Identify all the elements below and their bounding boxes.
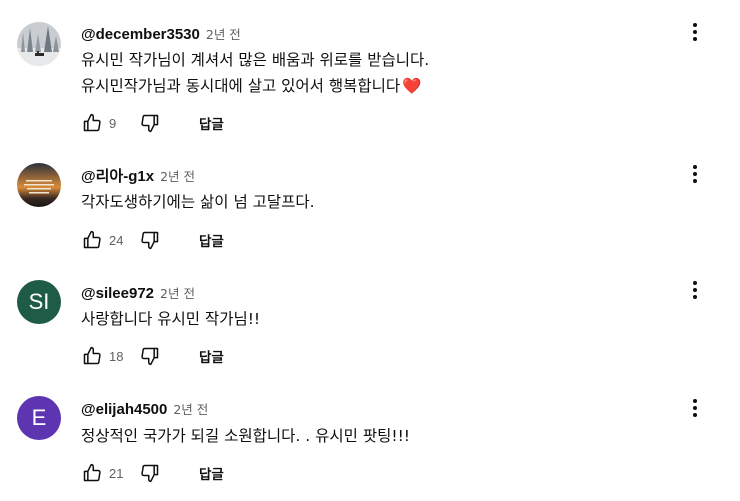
reply-button[interactable]: 답글 <box>199 230 224 250</box>
like-button[interactable] <box>81 112 103 134</box>
avatar-image <box>17 22 61 66</box>
more-actions-button[interactable] <box>684 396 706 420</box>
comment-text: 사랑합니다 유시민 작가님!! <box>81 306 260 332</box>
avatar[interactable]: SI <box>17 280 61 324</box>
comment-text-line: 사랑합니다 유시민 작가님!! <box>81 310 261 328</box>
avatar[interactable] <box>17 22 61 66</box>
more-actions-button[interactable] <box>684 20 706 44</box>
comment-text: 각자도생하기에는 삶이 넘 고달프다. <box>81 189 315 215</box>
comment-author[interactable]: @december3530 <box>81 26 200 43</box>
more-vertical-icon <box>693 23 697 27</box>
more-vertical-icon <box>693 399 697 403</box>
thumbs-up-icon <box>83 230 101 249</box>
thumbs-down-icon <box>141 464 159 483</box>
thumbs-up-icon <box>83 113 101 132</box>
heart-emoji-icon: ❤️ <box>402 77 422 95</box>
comment-text-line: 정상적인 국가가 되길 소원합니다. . 유시민 팟팅!!! <box>81 427 410 445</box>
reply-button[interactable]: 답글 <box>199 113 224 133</box>
comment-text: 정상적인 국가가 되길 소원합니다. . 유시민 팟팅!!! <box>81 423 410 449</box>
like-button[interactable] <box>81 229 103 251</box>
dislike-button[interactable] <box>139 112 161 134</box>
comment-author[interactable]: @elijah4500 <box>81 401 167 418</box>
thumbs-up-icon <box>83 463 101 482</box>
comment-time[interactable]: 2년 전 <box>173 399 208 418</box>
comment-text-line: 각자도생하기에는 삶이 넘 고달프다. <box>81 193 315 211</box>
more-actions-button[interactable] <box>684 162 706 186</box>
more-vertical-icon <box>693 165 697 169</box>
like-count: 21 <box>109 465 124 481</box>
comment-time[interactable]: 2년 전 <box>160 283 195 302</box>
comment-text: 유시민 작가님이 계셔서 많은 배움과 위로를 받습니다. 유시민작가님과 동시… <box>81 47 429 99</box>
thumbs-down-icon <box>141 347 159 366</box>
avatar-image <box>17 163 61 207</box>
like-count: 18 <box>109 348 124 364</box>
reply-button[interactable]: 답글 <box>199 346 224 366</box>
comment-time[interactable]: 2년 전 <box>206 24 241 43</box>
more-actions-button[interactable] <box>684 278 706 302</box>
like-count: 9 <box>109 115 117 131</box>
thumbs-down-icon <box>141 231 159 250</box>
dislike-button[interactable] <box>139 462 161 484</box>
avatar[interactable] <box>17 163 61 207</box>
avatar[interactable]: E <box>17 396 61 440</box>
comment-author[interactable]: @리아-g1x <box>81 165 154 186</box>
comment-text-line: 유시민작가님과 동시대에 살고 있어서 행복합니다 ❤️ <box>81 77 422 95</box>
more-vertical-icon <box>693 281 697 285</box>
reply-button[interactable]: 답글 <box>199 463 224 483</box>
thumbs-down-icon <box>141 114 159 133</box>
comment-author[interactable]: @silee972 <box>81 285 154 302</box>
dislike-button[interactable] <box>139 229 161 251</box>
comment-time[interactable]: 2년 전 <box>160 166 195 185</box>
comment-text-line: 유시민 작가님이 계셔서 많은 배움과 위로를 받습니다. <box>81 51 430 69</box>
dislike-button[interactable] <box>139 345 161 367</box>
thumbs-up-icon <box>83 346 101 365</box>
like-button[interactable] <box>81 345 103 367</box>
like-button[interactable] <box>81 462 103 484</box>
like-count: 24 <box>109 232 124 248</box>
